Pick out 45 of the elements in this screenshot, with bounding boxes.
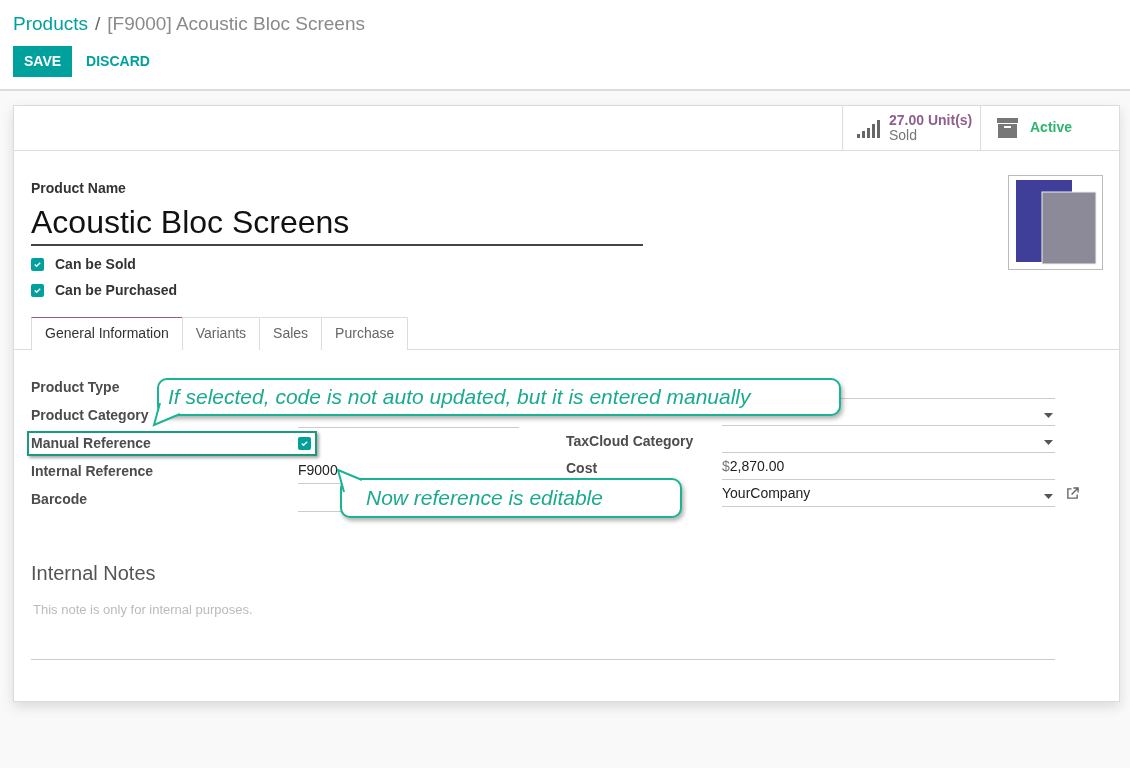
field-label: Cost: [566, 458, 598, 478]
save-button[interactable]: SAVE: [13, 45, 73, 77]
form-tab[interactable]: General Information: [31, 316, 183, 350]
caret-icon: [1044, 440, 1053, 445]
notes-field[interactable]: This note is only for internal purposes.: [31, 599, 1055, 660]
field-label: Product Type: [31, 378, 120, 397]
field-value: 2,870.00: [729, 457, 785, 476]
field-label: Manual Reference: [31, 434, 151, 453]
caret-icon: [1044, 494, 1053, 499]
text-field[interactable]: $2,870.00: [722, 456, 1055, 480]
checkbox[interactable]: [298, 437, 311, 450]
field-label: TaxCloud Category: [566, 431, 694, 451]
field-label: Product Category: [31, 406, 149, 425]
field-label: Barcode: [31, 490, 88, 509]
stat-label: Sold: [889, 127, 918, 143]
form-tab[interactable]: Variants: [181, 316, 261, 350]
field-value: YourCompany: [722, 484, 811, 503]
stat-value: 27.00 Unit(s): [889, 112, 973, 128]
checkbox[interactable]: [31, 284, 44, 297]
check-icon: [33, 260, 42, 269]
select-field[interactable]: YourCompany: [722, 483, 1055, 507]
form-tab[interactable]: Sales: [259, 316, 323, 350]
breadcrumb-separator: /: [95, 12, 101, 36]
field-label: Internal Reference: [31, 462, 154, 481]
signal-bars-icon: [857, 117, 881, 138]
check-icon: [33, 286, 42, 295]
form-tab[interactable]: Purchase: [321, 316, 409, 350]
option-label: Can be Purchased: [55, 281, 178, 300]
external-link-icon[interactable]: [1066, 486, 1079, 500]
caret-icon: [1044, 413, 1053, 418]
checkbox[interactable]: [31, 258, 44, 271]
breadcrumb-link[interactable]: Products: [13, 10, 88, 39]
sold-stat-button[interactable]: 27.00 Unit(s) Sold: [842, 105, 980, 150]
callout-text: If selected, code is not auto updated, but it is entered manually: [168, 384, 751, 411]
active-label: Active: [1030, 118, 1073, 137]
section-title: Internal Notes: [31, 560, 157, 586]
check-icon: [300, 439, 309, 448]
option-label: Can be Sold: [55, 255, 136, 274]
field-label: Product Name: [31, 178, 127, 198]
breadcrumb-current: [F9000] Acoustic Bloc Screens: [107, 12, 365, 36]
archive-box-icon: [997, 117, 1018, 138]
currency-symbol: $: [722, 457, 730, 476]
product-name-field[interactable]: Acoustic Bloc Screens: [31, 201, 643, 246]
callout-text: Now reference is editable: [366, 485, 603, 512]
discard-button[interactable]: DISCARD: [74, 45, 162, 77]
